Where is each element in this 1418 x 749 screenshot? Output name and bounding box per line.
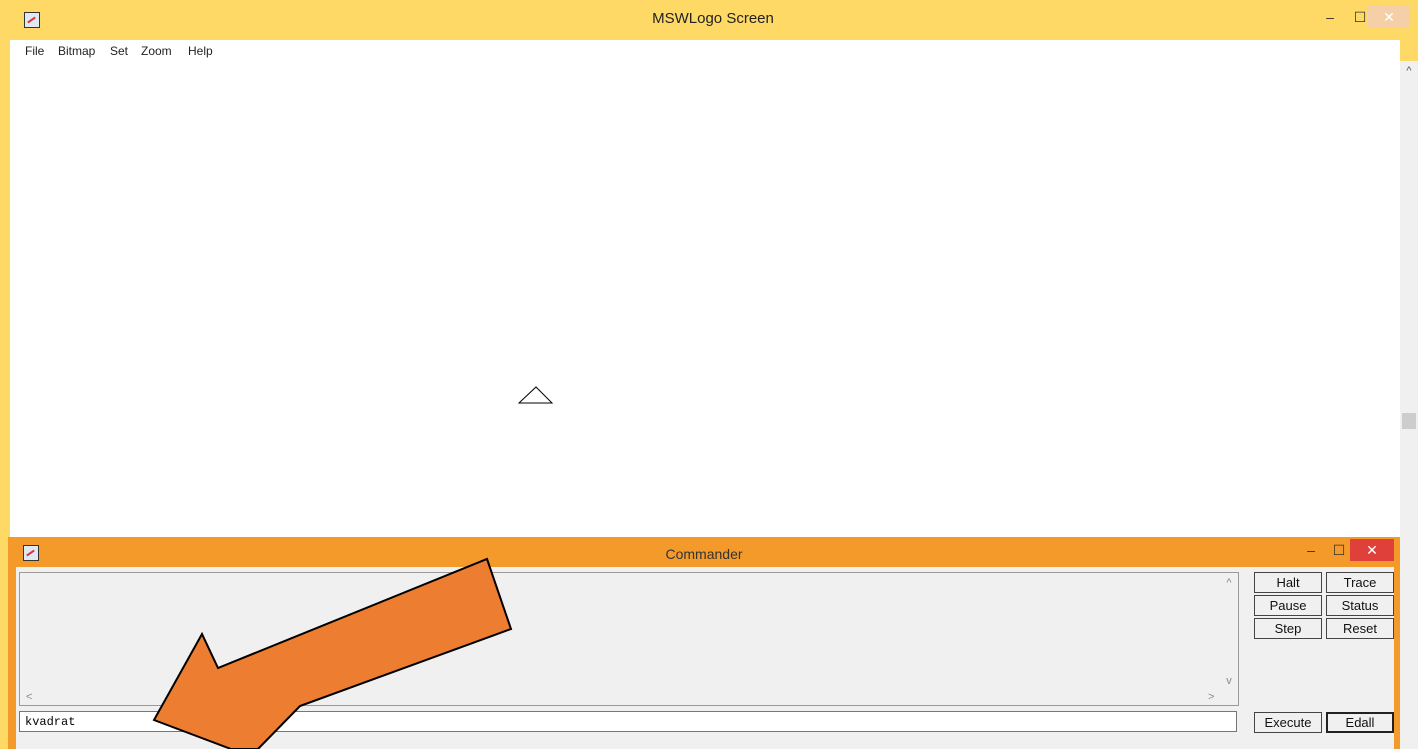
history-scroll-left-icon[interactable]: < — [26, 691, 32, 703]
scroll-thumb[interactable] — [1402, 413, 1416, 429]
menu-bar: File Bitmap Set Zoom Help — [10, 40, 1400, 61]
pause-button[interactable]: Pause — [1254, 595, 1322, 616]
commander-client: ^ v < > kvadrat Halt Trace Pause Status … — [16, 567, 1394, 749]
commander-title: Commander — [665, 546, 743, 562]
menu-bitmap[interactable]: Bitmap — [58, 44, 95, 58]
vertical-scrollbar[interactable]: ^ — [1400, 61, 1418, 749]
turtle-icon — [518, 386, 554, 404]
status-button[interactable]: Status — [1326, 595, 1394, 616]
commander-close-button[interactable]: ✕ — [1350, 539, 1394, 561]
menu-file[interactable]: File — [25, 44, 44, 58]
commander-minimize-button[interactable]: – — [1298, 539, 1324, 561]
execute-button[interactable]: Execute — [1254, 712, 1322, 733]
minimize-button[interactable]: – — [1316, 6, 1344, 28]
menu-help[interactable]: Help — [188, 44, 213, 58]
history-vscrollbar[interactable]: ^ v — [1220, 573, 1238, 691]
commander-maximize-button[interactable]: ☐ — [1326, 539, 1352, 561]
history-scroll-up-icon[interactable]: ^ — [1220, 577, 1238, 589]
halt-button[interactable]: Halt — [1254, 572, 1322, 593]
command-history[interactable]: ^ v < > — [19, 572, 1239, 706]
scroll-up-arrow-icon[interactable]: ^ — [1400, 65, 1418, 77]
main-window: MSWLogo Screen – ☐ ✕ File Bitmap Set Zoo… — [8, 0, 1418, 749]
commander-window: Commander – ☐ ✕ ^ v < > kvadrat Halt Tra… — [8, 537, 1400, 749]
window-title: MSWLogo Screen — [652, 10, 774, 27]
command-input[interactable]: kvadrat — [19, 711, 1237, 732]
trace-button[interactable]: Trace — [1326, 572, 1394, 593]
close-button[interactable]: ✕ — [1368, 6, 1410, 28]
history-scroll-down-icon[interactable]: v — [1220, 675, 1238, 687]
step-button[interactable]: Step — [1254, 618, 1322, 639]
edall-button[interactable]: Edall — [1326, 712, 1394, 733]
reset-button[interactable]: Reset — [1326, 618, 1394, 639]
title-bar[interactable]: MSWLogo Screen – ☐ ✕ — [8, 0, 1418, 40]
menu-zoom[interactable]: Zoom — [141, 44, 172, 58]
history-scroll-right-icon[interactable]: > — [1208, 691, 1214, 703]
drawing-canvas[interactable] — [10, 61, 1400, 541]
history-hscrollbar[interactable]: < > — [20, 691, 1220, 705]
menu-set[interactable]: Set — [110, 44, 128, 58]
